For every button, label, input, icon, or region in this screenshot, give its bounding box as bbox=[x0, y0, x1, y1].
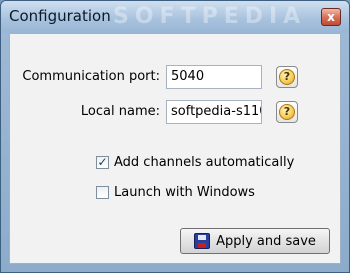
local-name-input[interactable]: softpedia-s110 bbox=[166, 100, 262, 124]
title-bar[interactable]: SOFTPEDIA Configuration x bbox=[1, 1, 349, 33]
communication-port-help-button[interactable]: ? bbox=[276, 66, 298, 88]
launch-windows-checkbox[interactable] bbox=[96, 186, 109, 199]
apply-and-save-label: Apply and save bbox=[216, 233, 316, 249]
configuration-window: SOFTPEDIA Configuration x Communication … bbox=[0, 0, 350, 273]
local-name-help-button[interactable]: ? bbox=[276, 101, 298, 123]
close-button[interactable]: x bbox=[321, 8, 341, 26]
watermark: SOFTPEDIA bbox=[113, 4, 307, 29]
floppy-disk-icon bbox=[194, 233, 211, 249]
launch-windows-option[interactable]: Launch with Windows bbox=[96, 185, 255, 200]
communication-port-input[interactable]: 5040 bbox=[166, 65, 262, 89]
help-icon: ? bbox=[279, 69, 295, 85]
close-icon: x bbox=[327, 10, 335, 24]
help-icon: ? bbox=[279, 104, 295, 120]
client-area: Communication port: 5040 ? Local name: s… bbox=[9, 33, 341, 264]
add-channels-option[interactable]: ✓ Add channels automatically bbox=[96, 155, 294, 170]
window-title: Configuration bbox=[9, 7, 111, 25]
add-channels-label: Add channels automatically bbox=[114, 155, 295, 170]
communication-port-label: Communication port: bbox=[22, 69, 160, 84]
add-channels-checkbox[interactable]: ✓ bbox=[96, 156, 109, 169]
local-name-label: Local name: bbox=[80, 104, 160, 119]
launch-windows-label: Launch with Windows bbox=[114, 185, 255, 200]
apply-and-save-button[interactable]: Apply and save bbox=[180, 228, 330, 254]
